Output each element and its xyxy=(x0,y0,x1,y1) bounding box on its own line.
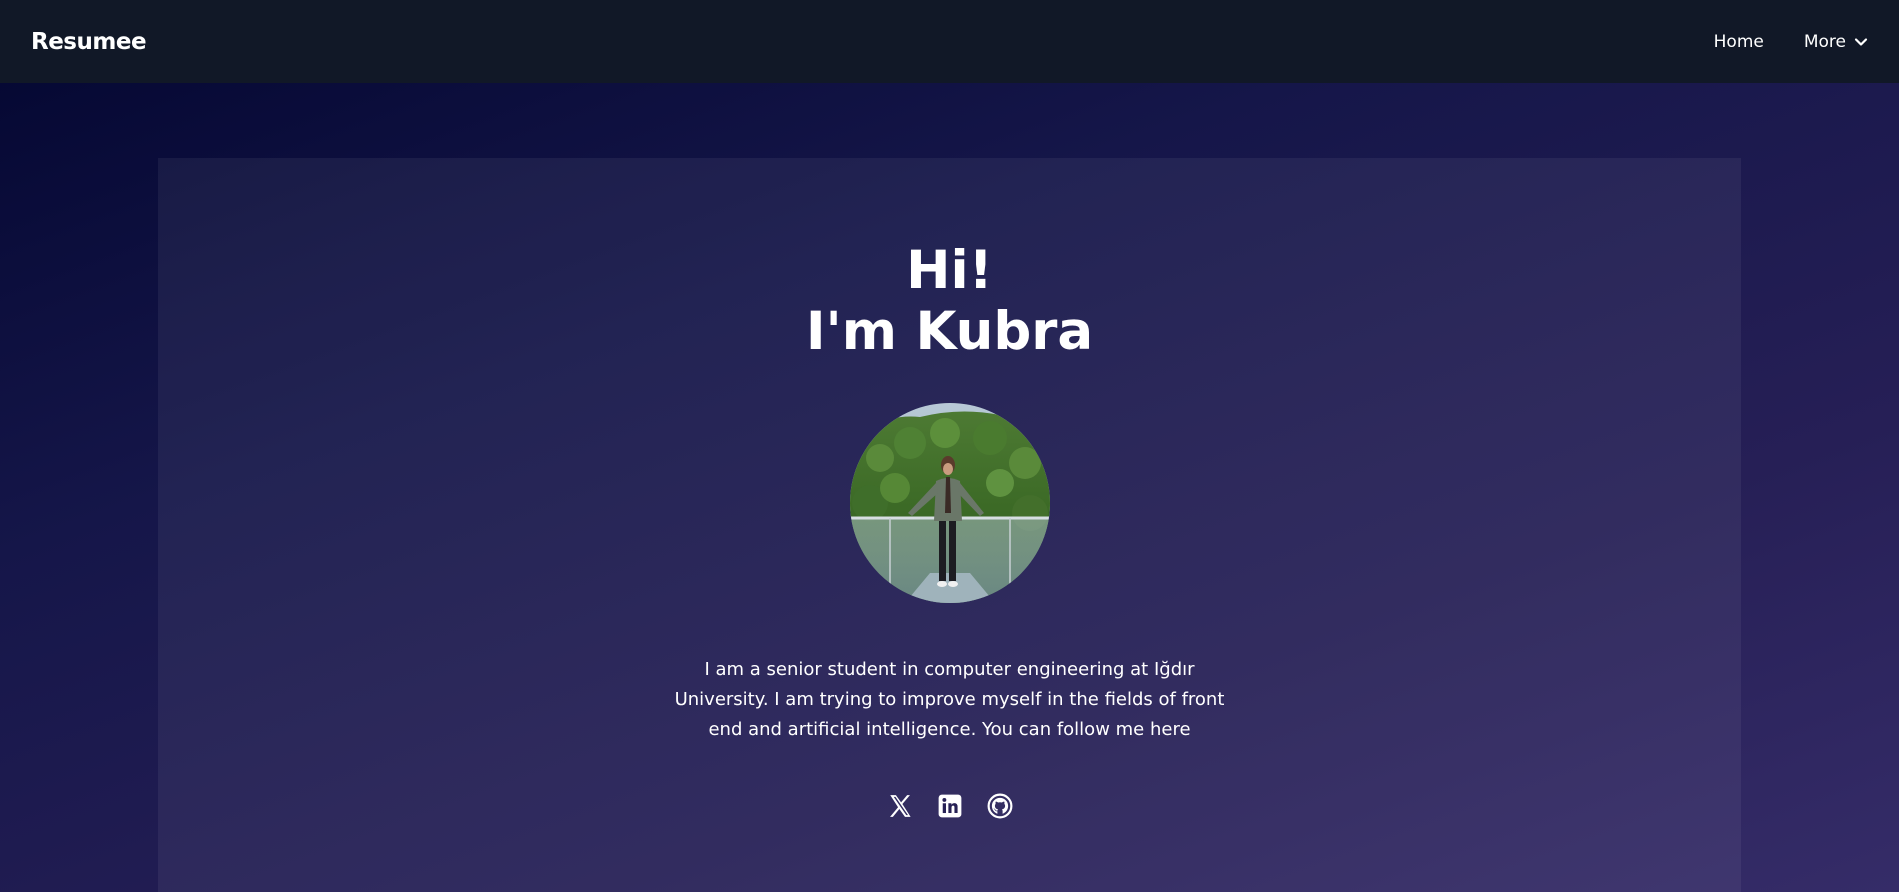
x-twitter-icon[interactable] xyxy=(887,793,913,819)
chevron-down-icon xyxy=(1854,37,1868,46)
bio-text: I am a senior student in computer engine… xyxy=(674,659,1225,740)
nav-home-label: Home xyxy=(1713,31,1764,52)
profile-photo xyxy=(850,403,1050,603)
github-icon[interactable] xyxy=(987,793,1013,819)
nav-links: Home More xyxy=(1714,32,1868,52)
hero-title: Hi! I'm Kubra xyxy=(158,240,1741,362)
hero-card: Hi! I'm Kubra I am a senior student in c… xyxy=(158,158,1741,892)
nav-home-link[interactable]: Home xyxy=(1714,32,1764,52)
brand-logo[interactable]: Resumee xyxy=(31,29,147,55)
navbar: Resumee Home More xyxy=(0,0,1899,83)
avatar xyxy=(850,403,1050,603)
nav-more-dropdown[interactable]: More xyxy=(1804,32,1868,52)
linkedin-icon[interactable] xyxy=(937,793,963,819)
hero-greeting: Hi! xyxy=(906,240,993,301)
bio-section: I am a senior student in computer engine… xyxy=(158,655,1741,745)
social-links xyxy=(158,793,1741,819)
hero-name: I'm Kubra xyxy=(805,301,1094,362)
nav-more-label: More xyxy=(1803,31,1846,52)
